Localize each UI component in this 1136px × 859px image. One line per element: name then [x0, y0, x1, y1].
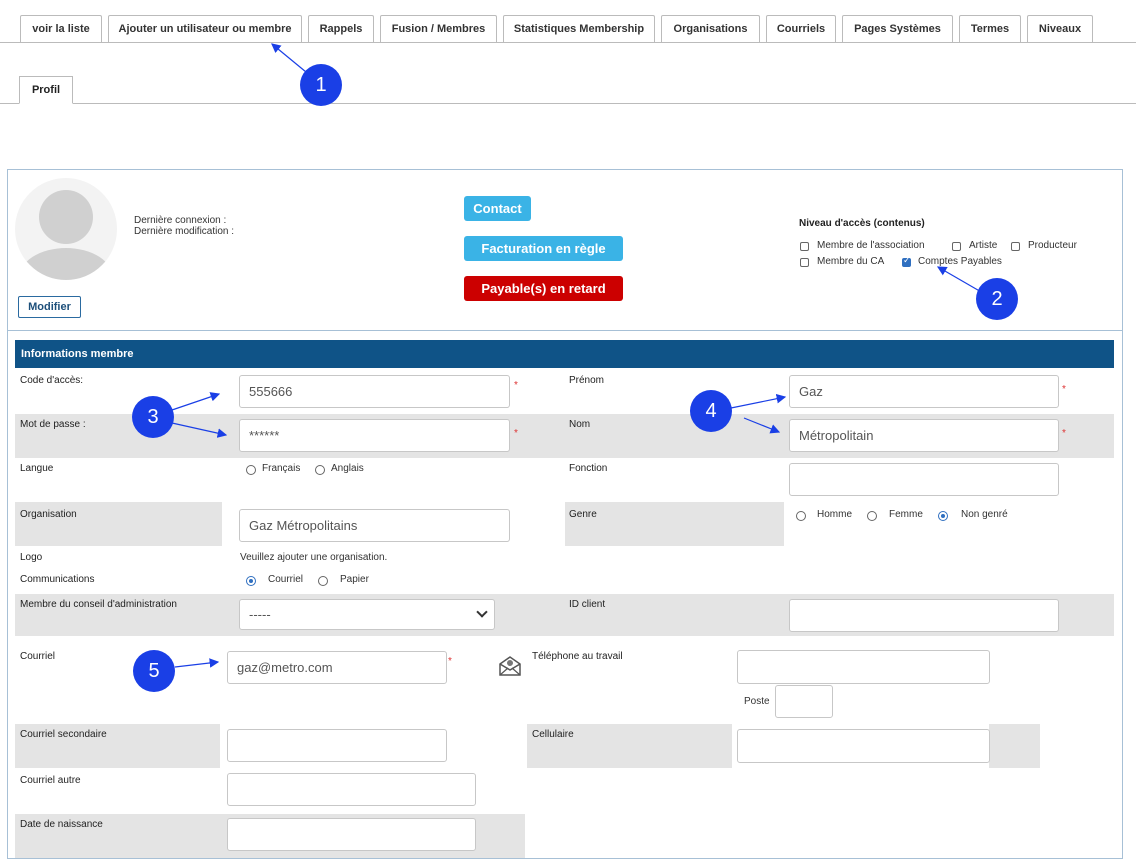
birthdate-input[interactable]	[227, 818, 476, 851]
email-label: Courriel	[20, 651, 56, 662]
last-login-label: Dernière connexion :	[134, 215, 227, 226]
tab-reminders[interactable]: Rappels	[308, 15, 374, 42]
client-id-label: ID client	[569, 599, 606, 610]
radio-label: Homme	[817, 509, 853, 520]
checkbox-board-member[interactable]	[800, 258, 809, 267]
row-bg	[565, 502, 784, 546]
access-level-label: Comptes Payables	[918, 256, 1002, 267]
late-payment-badge[interactable]: Payable(s) en retard	[464, 276, 623, 301]
client-id-input[interactable]	[789, 599, 1059, 632]
tab-emails[interactable]: Courriels	[766, 15, 836, 42]
other-email-label: Courriel autre	[20, 775, 81, 786]
required-marker: *	[1062, 384, 1066, 395]
tabs-divider	[0, 42, 1136, 43]
required-marker: *	[514, 428, 518, 439]
tab-system-pages[interactable]: Pages Systèmes	[842, 15, 953, 42]
secondary-email-label: Courriel secondaire	[20, 729, 107, 740]
extension-input[interactable]	[775, 685, 833, 718]
communications-label: Communications	[20, 574, 95, 585]
firstname-input[interactable]: Gaz	[789, 375, 1059, 408]
access-level-label: Artiste	[969, 240, 998, 251]
edit-button[interactable]: Modifier	[18, 296, 81, 318]
tab-profile[interactable]: Profil	[19, 76, 73, 104]
member-info-header: Informations membre	[15, 340, 1114, 368]
tab-levels[interactable]: Niveaux	[1027, 15, 1093, 42]
radio-label: Non genré	[961, 509, 1008, 520]
access-level-title: Niveau d'accès (contenus)	[799, 218, 925, 229]
chevron-down-icon	[476, 606, 488, 618]
birthdate-label: Date de naissance	[20, 819, 103, 830]
access-code-label: Code d'accès:	[20, 375, 84, 386]
subtabs-divider	[0, 103, 1136, 104]
radio-gender-female[interactable]	[867, 511, 877, 521]
access-level-label: Membre de l'association	[817, 240, 925, 251]
required-marker: *	[514, 380, 518, 391]
required-marker: *	[1062, 428, 1066, 439]
checkbox-artist[interactable]	[952, 242, 961, 251]
tab-membership-stats[interactable]: Statistiques Membership	[503, 15, 655, 42]
contact-badge[interactable]: Contact	[464, 196, 531, 221]
callout-badge: 2	[976, 278, 1018, 320]
language-label: Langue	[20, 463, 54, 474]
checkbox-producer[interactable]	[1011, 242, 1020, 251]
tab-view-list[interactable]: voir la liste	[20, 15, 102, 42]
lastname-label: Nom	[569, 419, 591, 430]
access-level-label: Membre du CA	[817, 256, 885, 267]
radio-comm-paper[interactable]	[318, 576, 328, 586]
access-code-input[interactable]: 555666	[239, 375, 510, 408]
billing-status-badge[interactable]: Facturation en règle	[464, 236, 623, 261]
radio-gender-male[interactable]	[796, 511, 806, 521]
radio-label: Femme	[889, 509, 923, 520]
firstname-label: Prénom	[569, 375, 605, 386]
lastname-input[interactable]: Métropolitain	[789, 419, 1059, 452]
row-bg	[989, 724, 1040, 768]
radio-label: Français	[262, 463, 301, 474]
email-input[interactable]: gaz@metro.com	[227, 651, 447, 684]
radio-label: Courriel	[268, 574, 304, 585]
function-input[interactable]	[789, 463, 1059, 496]
board-member-select[interactable]: -----	[239, 599, 495, 630]
logo-label: Logo	[20, 552, 43, 563]
access-level-label: Producteur	[1028, 240, 1077, 251]
avatar	[15, 178, 117, 280]
logo-note: Veuillez ajouter une organisation.	[240, 552, 388, 563]
envelope-icon[interactable]	[498, 654, 522, 678]
radio-label: Anglais	[331, 463, 364, 474]
required-marker: *	[448, 656, 452, 667]
gender-label: Genre	[569, 509, 597, 520]
board-member-label: Membre du conseil d'administration	[20, 599, 177, 610]
tab-merge-members[interactable]: Fusion / Membres	[380, 15, 497, 42]
radio-gender-nonbinary[interactable]	[938, 511, 948, 521]
callout-badge: 4	[690, 390, 732, 432]
radio-label: Papier	[340, 574, 369, 585]
mobile-label: Cellulaire	[532, 729, 574, 740]
callout-badge: 1	[300, 64, 342, 106]
other-email-input[interactable]	[227, 773, 476, 806]
radio-comm-email[interactable]	[246, 576, 256, 586]
tab-add-user[interactable]: Ajouter un utilisateur ou membre	[108, 15, 302, 42]
checkbox-accounts-payable[interactable]	[902, 256, 911, 267]
work-phone-input[interactable]	[737, 650, 990, 684]
secondary-email-input[interactable]	[227, 729, 447, 762]
checkbox-association-member[interactable]	[800, 242, 809, 251]
board-member-select-value: -----	[249, 607, 271, 622]
last-modified-label: Dernière modification :	[134, 226, 235, 237]
work-phone-label: Téléphone au travail	[532, 651, 623, 662]
mobile-input[interactable]	[737, 729, 990, 763]
tab-organisations[interactable]: Organisations	[661, 15, 760, 42]
radio-french[interactable]	[246, 465, 256, 475]
extension-label: Poste	[744, 696, 770, 707]
callout-badge: 3	[132, 396, 174, 438]
radio-english[interactable]	[315, 465, 325, 475]
profile-divider	[8, 330, 1122, 331]
password-label: Mot de passe :	[20, 419, 86, 430]
organisation-label: Organisation	[20, 509, 77, 520]
callout-badge: 5	[133, 650, 175, 692]
organisation-input[interactable]: Gaz Métropolitains	[239, 509, 510, 542]
password-input[interactable]: ******	[239, 419, 510, 452]
function-label: Fonction	[569, 463, 608, 474]
tab-terms[interactable]: Termes	[959, 15, 1021, 42]
